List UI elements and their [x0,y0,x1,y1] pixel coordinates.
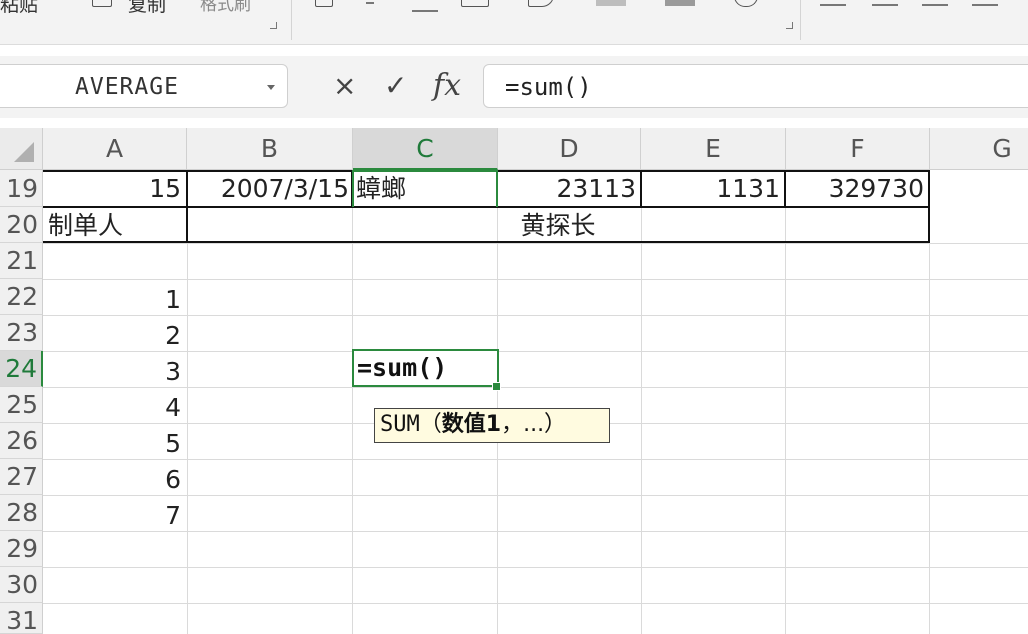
cell-a25[interactable]: 4 [44,391,181,425]
active-cell-c24[interactable]: =sum() [352,349,499,387]
tooltip-remaining-args: ，...） [501,412,567,437]
gridline [43,603,1028,604]
formula-input[interactable]: =sum() [483,64,1028,108]
select-all-triangle-icon [14,142,34,162]
row-header-30[interactable]: 30 [0,567,43,603]
confirm-formula-button[interactable]: ✓ [384,68,407,104]
fill-color-swatch [596,0,626,6]
align-left-icon[interactable] [972,4,998,6]
italic-icon[interactable] [366,2,374,4]
clear-format-icon[interactable] [734,0,758,7]
cell-a24[interactable]: 3 [44,355,181,389]
cell-b19[interactable]: 2007/3/15 [188,172,349,206]
tooltip-open-paren: （ [419,412,442,437]
insert-function-button[interactable]: fx [433,68,461,104]
column-header-b[interactable]: B [187,128,353,170]
fill-handle[interactable] [492,382,501,391]
ribbon-separator [800,0,801,40]
gridline [43,459,1028,460]
copy-button[interactable]: 复制 [128,0,166,17]
column-header-g[interactable]: G [930,128,1028,170]
cell-e19[interactable]: 1131 [642,172,780,206]
column-header-f[interactable]: F [786,128,930,170]
bold-icon[interactable] [315,0,333,7]
row-header-22[interactable]: 22 [0,279,43,315]
row-header-25[interactable]: 25 [0,387,43,423]
cell-a27[interactable]: 6 [44,463,181,497]
spreadsheet-grid: A B C D E F G 19 20 21 22 23 24 25 26 27… [0,128,1028,634]
row-header-28[interactable]: 28 [0,495,43,531]
gridline [43,495,1028,496]
tooltip-current-argument[interactable]: 数值1 [442,412,501,437]
cancel-formula-button[interactable]: × [333,68,356,104]
border-icon[interactable] [461,0,489,7]
clipboard-dialog-launcher[interactable] [270,22,277,29]
fill-color-icon[interactable] [528,0,554,7]
name-box-value: AVERAGE [75,74,179,100]
column-header-d[interactable]: D [498,128,641,170]
cell-c19[interactable]: 蟑螂 [356,172,406,206]
row-header-19[interactable]: 19 [0,170,43,207]
ribbon: 粘贴 复制 格式刷 [0,0,1028,45]
row-header-26[interactable]: 26 [0,423,43,459]
ribbon-separator [291,0,292,40]
column-header-e[interactable]: E [641,128,786,170]
gridline [43,351,1028,352]
copy-icon [92,0,112,7]
cell-a23[interactable]: 2 [44,319,181,353]
align-middle-icon[interactable] [872,4,898,6]
align-bottom-icon[interactable] [922,4,948,6]
gridline [43,279,1028,280]
gridline [43,387,1028,388]
cell-a20[interactable]: 制单人 [48,209,123,243]
cell-a28[interactable]: 7 [44,499,181,533]
row-header-24[interactable]: 24 [0,351,43,387]
formula-bar: AVERAGE × ✓ fx =sum() [0,56,1028,118]
row-header-21[interactable]: 21 [0,243,43,279]
cell-a26[interactable]: 5 [44,427,181,461]
underline-icon[interactable] [412,10,438,12]
active-cell-editor-text: =sum() [357,353,448,382]
font-dialog-launcher[interactable] [786,22,793,29]
align-top-icon[interactable] [820,4,846,6]
table-border [928,170,930,243]
cell-a19[interactable]: 15 [44,172,181,206]
tooltip-function-name: SUM [380,412,420,437]
gridline [43,567,1028,568]
cell-a22[interactable]: 1 [44,283,181,317]
column-header-c[interactable]: C [353,128,498,170]
row-header-20[interactable]: 20 [0,207,43,243]
gridline [43,531,1028,532]
name-box[interactable]: AVERAGE [0,64,288,108]
column-header-a[interactable]: A [43,128,187,170]
font-color-swatch [665,0,695,6]
row-header-29[interactable]: 29 [0,531,43,567]
formula-input-value: =sum() [505,73,592,101]
cell-d19[interactable]: 23113 [498,172,636,206]
function-hint-tooltip: SUM（数值1，...） [374,408,610,443]
row-header-23[interactable]: 23 [0,315,43,351]
gridline [43,243,1028,244]
chevron-down-icon[interactable] [267,85,275,90]
format-painter-button[interactable]: 格式刷 [200,0,251,15]
select-all-button[interactable] [0,128,43,170]
cell-b20-merged[interactable]: 黄探长 [188,209,928,243]
gridline [43,315,1028,316]
paste-button[interactable]: 粘贴 [0,0,38,17]
row-header-27[interactable]: 27 [0,459,43,495]
cell-f19[interactable]: 329730 [786,172,924,206]
row-header-31[interactable]: 31 [0,603,43,634]
